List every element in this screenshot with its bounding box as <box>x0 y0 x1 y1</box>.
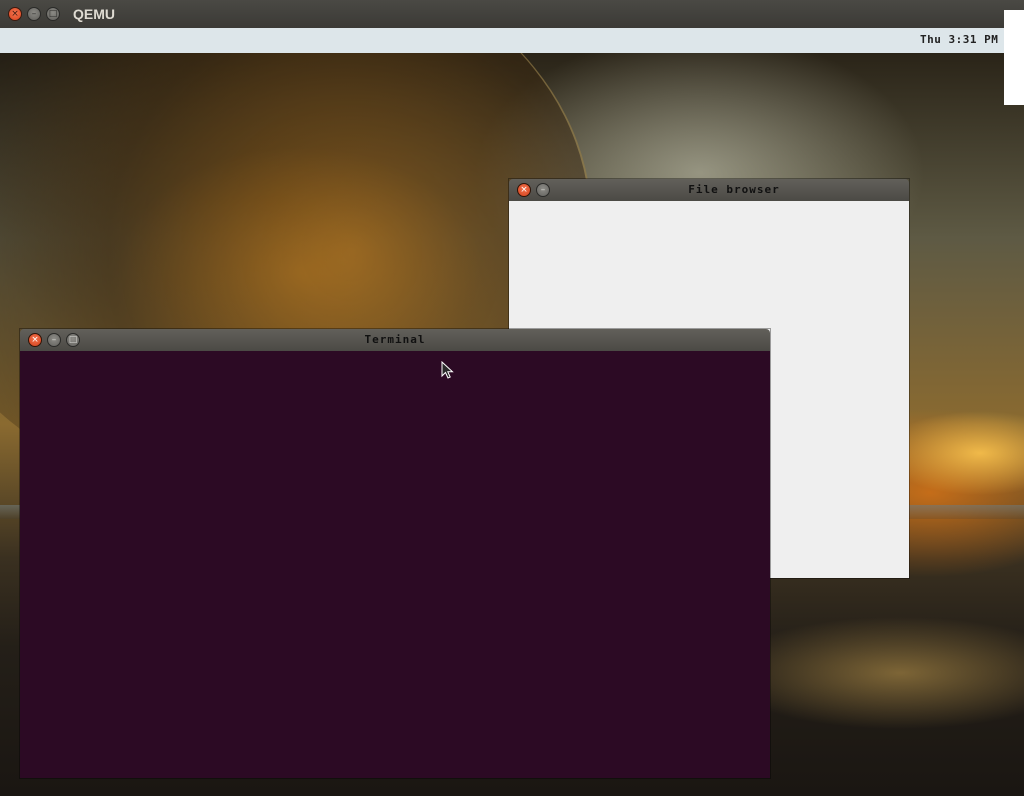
terminal-window[interactable]: × – □ Terminal <box>20 329 770 778</box>
panel-popup-menu[interactable] <box>1004 10 1024 105</box>
file-browser-title: File browser <box>688 183 780 196</box>
qemu-maximize-button[interactable]: □ <box>46 7 60 21</box>
qemu-close-button[interactable]: × <box>8 7 22 21</box>
minimize-icon: – <box>31 9 37 19</box>
mouse-cursor-icon <box>441 361 454 379</box>
close-icon: × <box>520 185 528 195</box>
terminal-titlebar[interactable]: × – □ Terminal <box>20 329 770 351</box>
file-browser-minimize-button[interactable]: – <box>536 183 550 197</box>
file-browser-close-button[interactable]: × <box>517 183 531 197</box>
minimize-icon: – <box>540 185 546 195</box>
maximize-icon: □ <box>48 9 58 19</box>
terminal-title: Terminal <box>364 333 426 346</box>
terminal-content[interactable] <box>20 351 770 778</box>
guest-top-panel: Thu 3:31 PM <box>0 28 1024 53</box>
qemu-minimize-button[interactable]: – <box>27 7 41 21</box>
qemu-titlebar: × – □ QEMU <box>0 0 1024 28</box>
close-icon: × <box>11 9 19 19</box>
qemu-window-title: QEMU <box>73 6 115 22</box>
file-browser-titlebar[interactable]: × – File browser <box>509 179 909 201</box>
panel-clock[interactable]: Thu 3:31 PM <box>920 28 1006 53</box>
